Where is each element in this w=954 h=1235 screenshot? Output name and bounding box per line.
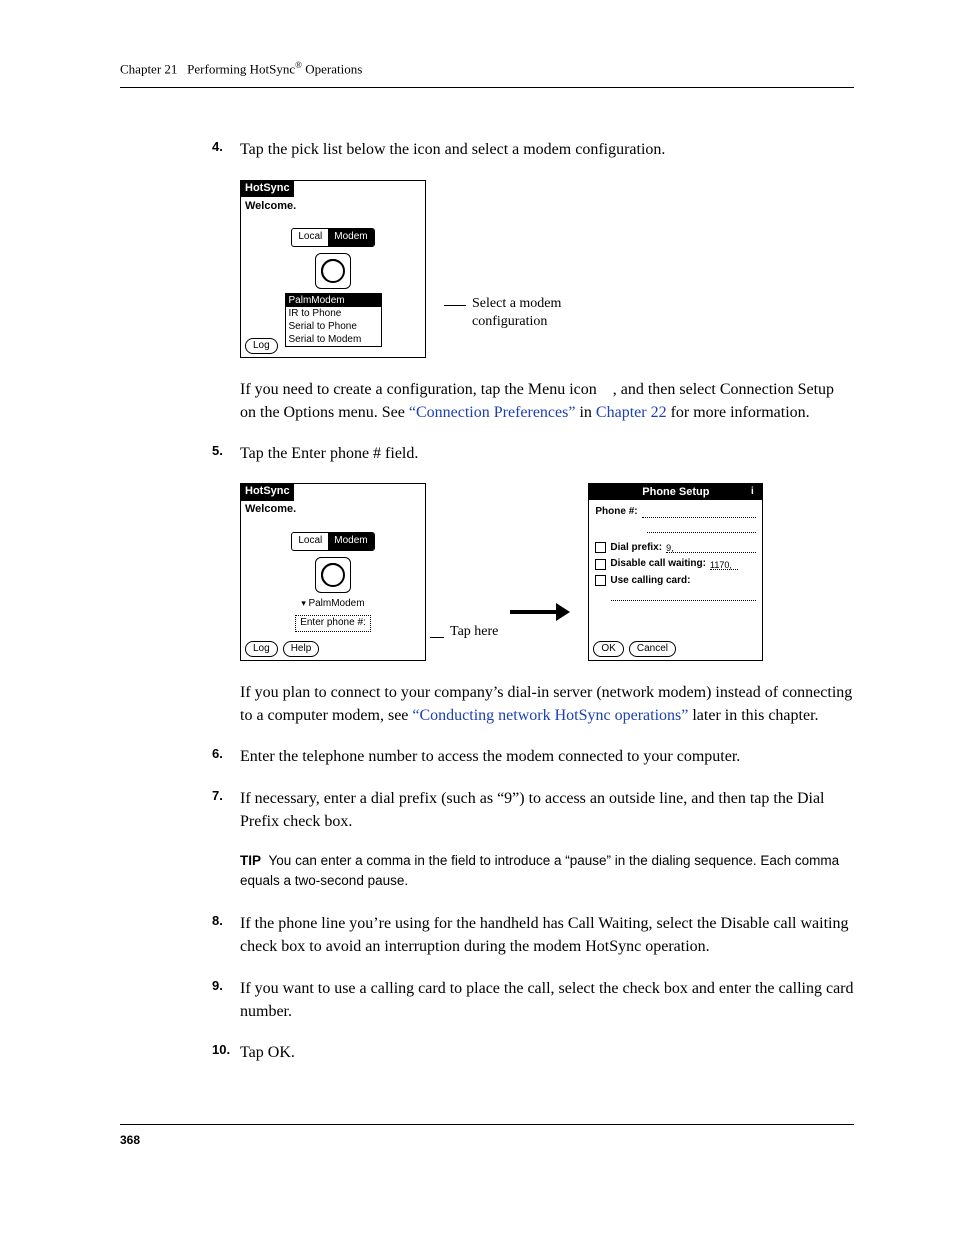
- phone-number-field[interactable]: [642, 507, 757, 518]
- palm-screen-hotsync-picklist: HotSync Welcome. Local Modem PalmModem I…: [240, 180, 426, 358]
- sync-mode-tabs[interactable]: Local Modem: [291, 532, 374, 551]
- cancel-button[interactable]: Cancel: [629, 641, 676, 657]
- figure-1-callout: Select a modem configuration: [444, 295, 602, 331]
- screen-title: HotSync: [241, 180, 294, 198]
- step-4: 4. Tap the pick list below the icon and …: [240, 138, 854, 161]
- dial-prefix-label: Dial prefix:: [610, 541, 662, 556]
- enter-phone-field[interactable]: Enter phone #:: [295, 615, 371, 632]
- step-7: 7. If necessary, enter a dial prefix (su…: [240, 787, 854, 833]
- callout-text: Tap here: [450, 623, 498, 641]
- arrow-right-icon: [510, 605, 570, 619]
- step-number: 6.: [212, 745, 223, 764]
- help-button[interactable]: Help: [283, 641, 320, 657]
- tip-text: You can enter a comma in the field to in…: [240, 853, 839, 888]
- step-9: 9. If you want to use a calling card to …: [240, 977, 854, 1023]
- step-text: Tap the Enter phone # field.: [240, 445, 418, 462]
- picklist-item[interactable]: PalmModem: [286, 294, 381, 307]
- callout-text: Select a modem configuration: [472, 295, 602, 331]
- picklist-item[interactable]: IR to Phone: [286, 307, 381, 320]
- step-10: 10. Tap OK.: [240, 1041, 854, 1064]
- picklist-item[interactable]: Serial to Modem: [286, 333, 381, 346]
- link-network-hotsync[interactable]: “Conducting network HotSync operations”: [412, 707, 688, 724]
- disable-call-waiting-label: Disable call waiting:: [610, 557, 706, 572]
- page-number: 368: [120, 1133, 140, 1147]
- dial-prefix-field[interactable]: 9,: [666, 542, 756, 553]
- palm-screen-hotsync-enterphone: HotSync Welcome. Local Modem PalmModem E…: [240, 483, 426, 661]
- link-connection-preferences[interactable]: “Connection Preferences”: [409, 404, 576, 421]
- registered-mark: ®: [295, 60, 302, 70]
- tab-modem[interactable]: Modem: [328, 533, 373, 550]
- dial-prefix-checkbox[interactable]: [595, 542, 606, 553]
- use-calling-card-label: Use calling card:: [610, 574, 690, 589]
- palm-screen-phone-setup: Phone Setup i Phone #: Dial prefix: 9,: [588, 483, 763, 661]
- tip-label: TIP: [240, 853, 261, 868]
- step-text: Enter the telephone number to access the…: [240, 748, 740, 765]
- link-chapter-22[interactable]: Chapter 22: [596, 404, 667, 421]
- tab-local[interactable]: Local: [292, 533, 328, 550]
- tab-local[interactable]: Local: [292, 229, 328, 246]
- picklist-item[interactable]: Serial to Phone: [286, 320, 381, 333]
- disable-call-waiting-field[interactable]: 1170,: [710, 559, 738, 570]
- paragraph-config-note: If you need to create a configuration, t…: [240, 378, 854, 424]
- chapter-title-suffix: Operations: [302, 61, 362, 76]
- paragraph-network-note: If you plan to connect to your company’s…: [240, 681, 854, 727]
- screen-title: Phone Setup: [589, 484, 762, 500]
- step-6: 6. Enter the telephone number to access …: [240, 745, 854, 768]
- tab-modem[interactable]: Modem: [328, 229, 373, 246]
- modem-config-selected[interactable]: PalmModem: [241, 597, 425, 612]
- modem-config-picklist[interactable]: PalmModem IR to Phone Serial to Phone Se…: [285, 293, 382, 347]
- hotsync-icon[interactable]: [315, 557, 351, 593]
- ok-button[interactable]: OK: [593, 641, 623, 657]
- disable-call-waiting-checkbox[interactable]: [595, 559, 606, 570]
- step-number: 5.: [212, 442, 223, 461]
- step-5: 5. Tap the Enter phone # field.: [240, 442, 854, 465]
- welcome-text: Welcome.: [241, 500, 425, 518]
- chapter-label: Chapter 21: [120, 61, 177, 76]
- calling-card-field[interactable]: [611, 590, 756, 601]
- running-header: Chapter 21 Performing HotSync® Operation…: [120, 60, 854, 77]
- step-text: If necessary, enter a dial prefix (such …: [240, 790, 825, 830]
- page-footer: 368: [120, 1124, 854, 1147]
- hotsync-icon[interactable]: [315, 253, 351, 289]
- step-text: If the phone line you’re using for the h…: [240, 915, 848, 955]
- figure-1: HotSync Welcome. Local Modem PalmModem I…: [240, 180, 854, 358]
- step-number: 10.: [212, 1041, 230, 1060]
- figure-2: HotSync Welcome. Local Modem PalmModem E…: [240, 483, 854, 661]
- log-button[interactable]: Log: [245, 641, 278, 657]
- step-8: 8. If the phone line you’re using for th…: [240, 912, 854, 958]
- step-number: 7.: [212, 787, 223, 806]
- step-text: Tap OK.: [240, 1044, 295, 1061]
- step-text: Tap the pick list below the icon and sel…: [240, 141, 665, 158]
- step-number: 4.: [212, 138, 223, 157]
- tip-block: TIP You can enter a comma in the field t…: [240, 851, 854, 890]
- header-rule: [120, 87, 854, 88]
- sync-mode-tabs[interactable]: Local Modem: [291, 228, 374, 247]
- phone-number-field-line2[interactable]: [647, 522, 756, 533]
- phone-number-label: Phone #:: [595, 505, 637, 520]
- figure-2-callout: Tap here: [430, 623, 498, 641]
- chapter-title-prefix: Performing HotSync: [187, 61, 295, 76]
- step-number: 8.: [212, 912, 223, 931]
- welcome-text: Welcome.: [241, 197, 425, 215]
- log-button[interactable]: Log: [245, 338, 278, 354]
- use-calling-card-checkbox[interactable]: [595, 575, 606, 586]
- step-number: 9.: [212, 977, 223, 996]
- screen-title: HotSync: [241, 483, 294, 501]
- step-text: If you want to use a calling card to pla…: [240, 980, 854, 1020]
